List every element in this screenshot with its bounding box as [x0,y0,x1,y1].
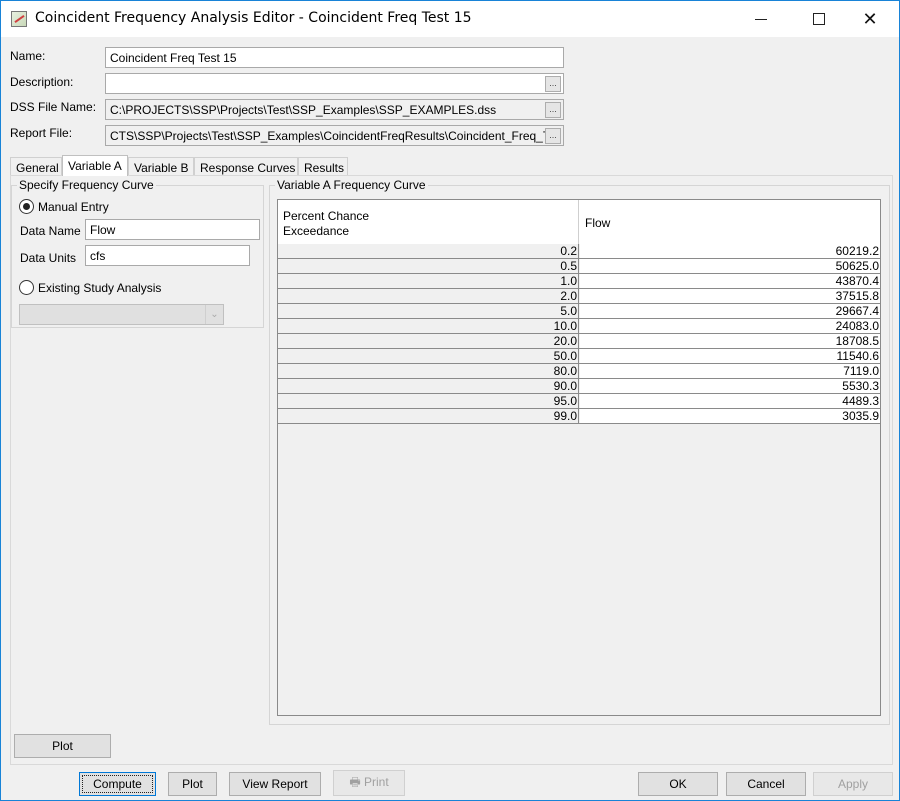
flow-cell[interactable]: 4489.3 [580,394,880,408]
table-header: Percent Chance Exceedance Flow [278,200,880,244]
name-label: Name: [10,49,46,63]
description-label: Description: [10,75,74,89]
flow-cell[interactable]: 60219.2 [580,244,880,258]
existing-study-analysis-label[interactable]: Existing Study Analysis [38,281,161,295]
flow-cell[interactable]: 37515.8 [580,289,880,303]
existing-study-analysis-dropdown[interactable]: ⌄ [19,304,224,325]
flow-cell[interactable]: 7119.0 [580,364,880,378]
minimize-icon [755,18,767,20]
table-row[interactable]: 20.0 18708.5 [278,334,880,349]
flow-cell[interactable]: 3035.9 [580,409,880,423]
flow-cell[interactable]: 24083.0 [580,319,880,333]
tab-variable-a[interactable]: Variable A [62,155,128,176]
chevron-down-icon: ⌄ [205,305,223,324]
maximize-icon [813,13,825,25]
minimize-button[interactable] [738,1,784,37]
apply-button[interactable]: Apply [813,772,893,796]
percent-chance-cell[interactable]: 5.0 [278,304,579,318]
manual-entry-label[interactable]: Manual Entry [38,200,109,214]
plot-button[interactable]: Plot [168,772,217,796]
existing-study-analysis-radio[interactable] [19,280,34,295]
maximize-button[interactable] [796,1,842,37]
editor-window: Coincident Frequency Analysis Editor - C… [0,0,900,801]
percent-chance-cell[interactable]: 50.0 [278,349,579,363]
percent-chance-cell[interactable]: 2.0 [278,289,579,303]
flow-cell[interactable]: 11540.6 [580,349,880,363]
dss-file-browse-button[interactable]: ... [545,102,561,118]
data-units-input[interactable]: cfs [85,245,250,266]
table-row[interactable]: 1.0 43870.4 [278,274,880,289]
percent-chance-cell[interactable]: 20.0 [278,334,579,348]
percent-chance-cell[interactable]: 80.0 [278,364,579,378]
dss-file-input[interactable]: C:\PROJECTS\SSP\Projects\Test\SSP_Exampl… [105,99,564,120]
specify-frequency-curve-title: Specify Frequency Curve [17,178,156,192]
percent-chance-cell[interactable]: 10.0 [278,319,579,333]
report-file-label: Report File: [10,126,73,140]
data-name-label: Data Name [20,224,81,238]
table-row[interactable]: 50.0 11540.6 [278,349,880,364]
column-header-line-1: Percent Chance [283,209,370,223]
flow-cell[interactable]: 50625.0 [580,259,880,273]
column-header-line-2: Exceedance [283,224,350,238]
percent-chance-cell[interactable]: 95.0 [278,394,579,408]
table-row[interactable]: 95.0 4489.3 [278,394,880,409]
table-row[interactable]: 0.5 50625.0 [278,259,880,274]
flow-cell[interactable]: 43870.4 [580,274,880,288]
flow-cell[interactable]: 18708.5 [580,334,880,348]
percent-chance-cell[interactable]: 99.0 [278,409,579,423]
data-name-input[interactable]: Flow [85,219,260,240]
panel-plot-button[interactable]: Plot [14,734,111,758]
tab-general[interactable]: General [10,157,62,176]
print-button[interactable]: 🖶 Print [333,770,405,796]
table-row[interactable]: 10.0 24083.0 [278,319,880,334]
cancel-button[interactable]: Cancel [726,772,806,796]
tab-variable-b[interactable]: Variable B [128,157,194,176]
report-file-browse-button[interactable]: ... [545,128,561,144]
table-row[interactable]: 0.2 60219.2 [278,244,880,259]
close-button[interactable]: ✕ [847,1,893,37]
description-input[interactable] [105,73,564,94]
manual-entry-radio[interactable] [19,199,34,214]
flow-cell[interactable]: 5530.3 [580,379,880,393]
frequency-curve-title: Variable A Frequency Curve [275,178,428,192]
ok-button[interactable]: OK [638,772,718,796]
tab-results[interactable]: Results [298,157,348,176]
table-row[interactable]: 90.0 5530.3 [278,379,880,394]
percent-chance-cell[interactable]: 1.0 [278,274,579,288]
compute-button[interactable]: Compute [79,772,156,796]
tab-response-curves[interactable]: Response Curves [194,157,298,176]
title-bar: Coincident Frequency Analysis Editor - C… [1,1,899,37]
percent-chance-cell[interactable]: 0.5 [278,259,579,273]
dss-file-label: DSS File Name: [10,100,97,114]
description-browse-button[interactable]: ... [545,76,561,92]
window-title: Coincident Frequency Analysis Editor - C… [35,10,472,26]
flow-cell[interactable]: 29667.4 [580,304,880,318]
frequency-curve-table: Percent Chance Exceedance Flow 0.2 60219.… [277,199,881,716]
column-header-percent-chance[interactable]: Percent Chance Exceedance [278,200,579,244]
view-report-button[interactable]: View Report [229,772,321,796]
percent-chance-cell[interactable]: 90.0 [278,379,579,393]
column-header-flow[interactable]: Flow [579,200,880,244]
app-chart-icon [11,11,27,27]
percent-chance-cell[interactable]: 0.2 [278,244,579,258]
print-label: Print [363,775,389,789]
data-units-label: Data Units [20,251,77,265]
table-row[interactable]: 99.0 3035.9 [278,409,880,424]
report-file-input[interactable]: CTS\SSP\Projects\Test\SSP_Examples\Coinc… [105,125,564,146]
name-input[interactable]: Coincident Freq Test 15 [105,47,564,68]
table-row[interactable]: 5.0 29667.4 [278,304,880,319]
close-icon: ✕ [862,8,878,30]
table-row[interactable]: 2.0 37515.8 [278,289,880,304]
printer-icon: 🖶 [349,775,361,789]
table-row[interactable]: 80.0 7119.0 [278,364,880,379]
